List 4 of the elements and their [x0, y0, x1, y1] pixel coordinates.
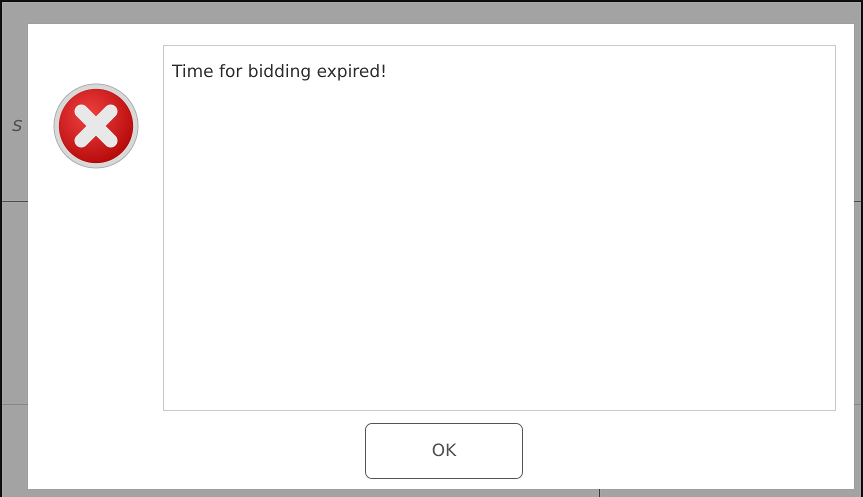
ok-button[interactable]: OK — [365, 423, 523, 479]
error-message: Time for bidding expired! — [172, 62, 387, 82]
error-icon — [52, 82, 140, 170]
background-text: s — [12, 114, 22, 134]
